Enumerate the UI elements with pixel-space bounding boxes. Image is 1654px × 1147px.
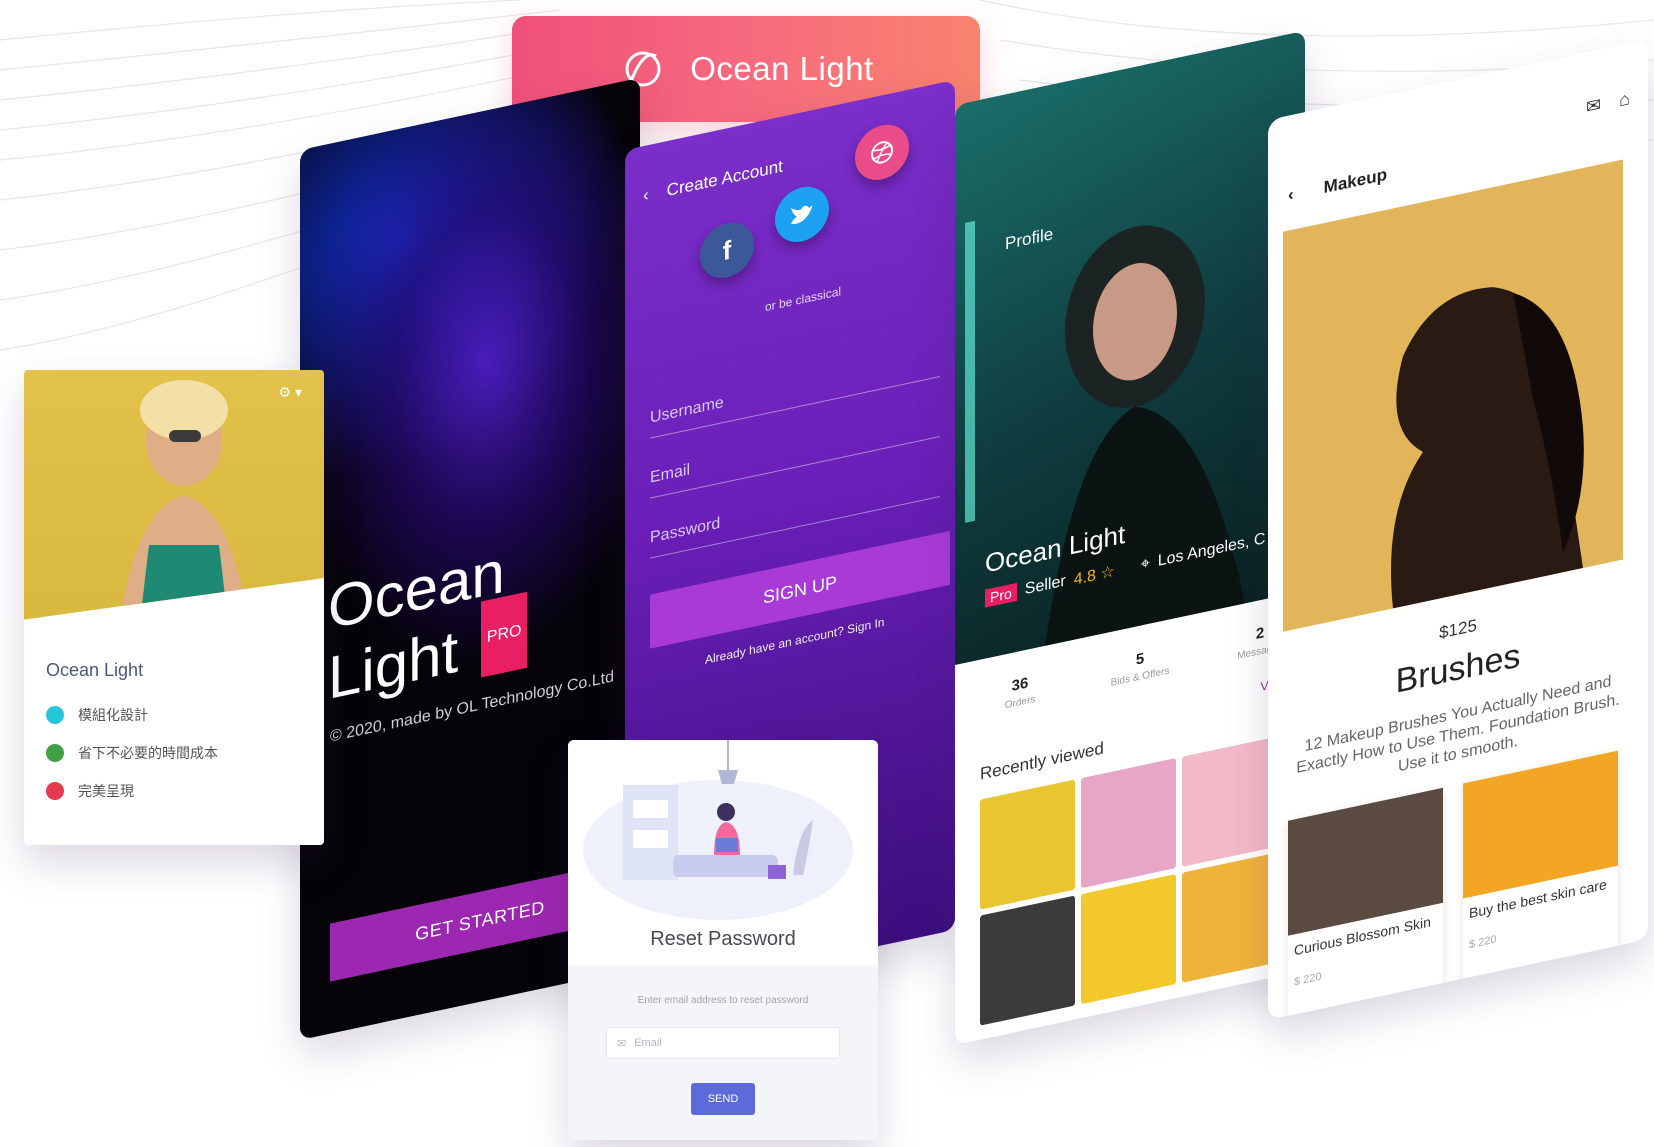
- twitter-icon[interactable]: [775, 181, 829, 248]
- feature-label: 省下不必要的時間成本: [78, 745, 218, 761]
- thumbnail[interactable]: [1081, 758, 1176, 889]
- reset-title: Reset Password: [650, 928, 796, 950]
- chat-icon[interactable]: ✉: [1586, 94, 1601, 118]
- model-portrait-image: [1391, 287, 1584, 609]
- list-item: 模組化設計: [46, 705, 218, 725]
- card-title: Ocean Light: [46, 660, 144, 680]
- feature-list: 模組化設計 省下不必要的時間成本 完美呈現: [46, 705, 218, 819]
- cart-icon[interactable]: ⌂: [1619, 88, 1630, 111]
- envelope-icon: ✉: [617, 1037, 627, 1050]
- feature-bullet-icon: [46, 782, 64, 800]
- feature-bullet-icon: [46, 706, 64, 724]
- shop-title: Makeup: [1323, 164, 1387, 198]
- reset-form: Enter email address to reset password ✉ …: [568, 965, 878, 1140]
- person-with-laptop-illustration: [583, 740, 853, 920]
- dribbble-icon[interactable]: [855, 119, 909, 186]
- list-item: 省下不必要的時間成本: [46, 743, 218, 763]
- back-chevron-icon[interactable]: ‹: [1288, 185, 1294, 206]
- list-item: 完美呈現: [46, 781, 218, 801]
- thumbnail[interactable]: [980, 779, 1075, 910]
- pro-badge: PRO: [480, 591, 528, 678]
- feature-label: 完美呈現: [78, 783, 134, 799]
- location-pin-icon: ⌖: [1140, 554, 1150, 574]
- feature-card: ⚙ ▾ Ocean Light 模組化設計 省下不必要的時間成本 完美呈現: [24, 370, 324, 845]
- banner-title: Ocean Light: [690, 50, 874, 87]
- product-card[interactable]: Curious Blossom Skin $ 220: [1288, 787, 1443, 1020]
- thumbnail[interactable]: [1081, 874, 1176, 1005]
- back-chevron-icon[interactable]: ‹: [643, 185, 649, 206]
- thumbnail[interactable]: [980, 895, 1075, 1026]
- thumbnail[interactable]: [1182, 852, 1277, 983]
- thumbnail[interactable]: [1182, 736, 1277, 867]
- alt-signup-text: or be classical: [765, 284, 842, 315]
- reset-email-field[interactable]: ✉ Email: [606, 1027, 840, 1059]
- signup-title: Create Account: [666, 156, 783, 201]
- settings-gear-icon[interactable]: ⚙ ▾: [279, 384, 302, 401]
- card-photo: ⚙ ▾: [24, 370, 324, 620]
- product-hero-image: [1283, 159, 1623, 632]
- shop-screen: ✉ ⌂ ‹ Makeup $125 Brushes 12 Makeup Brus…: [1268, 39, 1648, 1020]
- reset-hint: Enter email address to reset password: [637, 995, 809, 1006]
- shop-header: ‹ Makeup: [1288, 165, 1387, 206]
- reset-email-placeholder: Email: [634, 1037, 662, 1049]
- signup-header: ‹ Create Account: [643, 156, 783, 206]
- reset-password-screen: Reset Password Enter email address to re…: [568, 740, 878, 1140]
- facebook-icon[interactable]: f: [700, 217, 754, 284]
- shop-toolbar-icons: ✉ ⌂: [1586, 88, 1630, 118]
- stat-orders[interactable]: 36 Orders: [975, 667, 1065, 718]
- stat-bids[interactable]: 5 Bids & Offers: [1095, 641, 1185, 692]
- feature-bullet-icon: [46, 744, 64, 762]
- profile-screen: Profile Ocean Light Pro Seller 4.8 ☆ ⌖ L…: [955, 30, 1305, 1045]
- recent-thumbnails: [980, 732, 1300, 1026]
- woman-portrait-image: [119, 380, 249, 620]
- feature-label: 模組化設計: [78, 707, 148, 723]
- send-button[interactable]: SEND: [691, 1083, 755, 1115]
